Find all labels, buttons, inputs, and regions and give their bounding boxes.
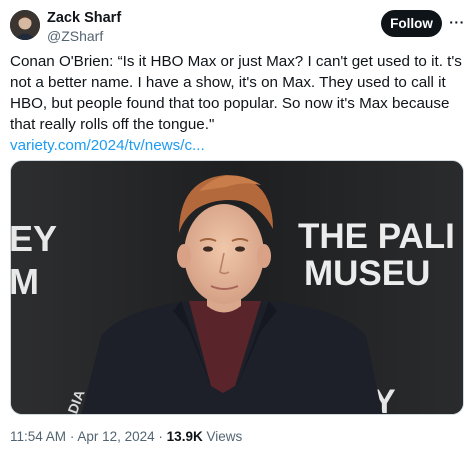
tweet-meta: 11:54 AM · Apr 12, 2024 · 13.9K Views — [10, 429, 242, 445]
tweet-time[interactable]: 11:54 AM — [10, 429, 66, 444]
photo: EY M THE PALI MUSEU DIA Y — [11, 161, 463, 414]
backdrop-left-line-1: EY — [11, 218, 57, 259]
author-name[interactable]: Zack Sharf — [47, 9, 121, 27]
tweet: Zack Sharf @ZSharf Follow ··· Conan O'Br… — [0, 0, 474, 449]
tweet-text: Conan O'Brien: “Is it HBO Max or just Ma… — [10, 53, 462, 133]
views-label: Views — [206, 429, 243, 444]
backdrop-left-line-2: M — [11, 261, 39, 302]
tweet-text-block: Conan O'Brien: “Is it HBO Max or just Ma… — [10, 51, 468, 156]
meta-separator: · — [69, 429, 75, 444]
backdrop-right-line-1: THE PALI — [298, 217, 455, 256]
avatar[interactable] — [10, 10, 40, 40]
follow-button[interactable]: Follow — [381, 10, 442, 37]
avatar-image — [10, 10, 40, 40]
tweet-date[interactable]: Apr 12, 2024 — [77, 429, 154, 444]
article-link[interactable]: variety.com/2024/tv/news/c... — [10, 135, 468, 156]
more-options-icon[interactable]: ··· — [448, 12, 466, 32]
tweet-media[interactable]: EY M THE PALI MUSEU DIA Y — [10, 160, 464, 415]
views-count: 13.9K — [166, 429, 203, 444]
meta-separator-2: · — [158, 429, 163, 444]
author-handle[interactable]: @ZSharf — [47, 27, 103, 45]
backdrop-right-line-2: MUSEU — [304, 254, 430, 293]
